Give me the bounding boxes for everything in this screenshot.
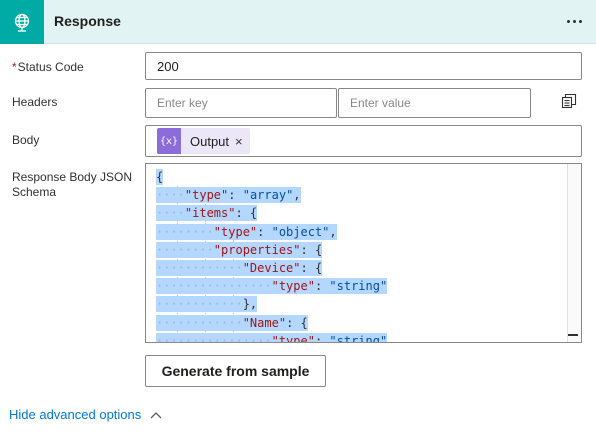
- code-line: ············"Device": {: [156, 259, 567, 277]
- selected-code: ····"type": "array",: [156, 187, 301, 204]
- required-marker: *: [12, 60, 17, 74]
- output-token[interactable]: {x} Output ×: [157, 128, 250, 154]
- header-key-placeholder: Enter key: [157, 96, 208, 110]
- schema-code: {····"type": "array", ····"items": {·····…: [156, 168, 567, 342]
- body-label: Body: [12, 133, 40, 147]
- close-icon[interactable]: ×: [235, 134, 250, 149]
- schema-label: Response Body JSON Schema: [12, 170, 133, 199]
- headers-label: Headers: [12, 95, 58, 109]
- token-label: Output: [190, 133, 230, 149]
- expression-icon: {x}: [157, 128, 181, 154]
- status-code-value: 200: [157, 59, 179, 74]
- selected-code: ················"type": "string": [156, 278, 388, 295]
- code-line: ····"type": "array",: [156, 186, 567, 204]
- header-value-input[interactable]: Enter value: [338, 88, 531, 118]
- selected-code: ············"Name": {: [156, 314, 308, 331]
- globe-icon: [0, 0, 44, 44]
- selected-code: ····"items": {: [156, 205, 258, 222]
- code-line: ········"properties": {: [156, 241, 567, 259]
- status-code-label: *Status Code: [12, 60, 84, 74]
- copy-icon[interactable]: [560, 92, 578, 110]
- code-line: ············"Name": {: [156, 314, 567, 332]
- chevron-up-icon: [150, 407, 162, 422]
- header-value-placeholder: Enter value: [350, 96, 411, 110]
- selected-code: ········"properties": {: [156, 241, 323, 258]
- code-line: ····"items": {: [156, 204, 567, 222]
- card-header[interactable]: Response: [0, 0, 596, 44]
- advanced-label: Hide advanced options: [9, 407, 142, 422]
- selected-code: ············},: [156, 296, 258, 313]
- code-line: {: [156, 168, 567, 186]
- more-dots-icon[interactable]: [560, 10, 588, 32]
- editor-cursor: [568, 334, 578, 336]
- selected-code: {: [156, 169, 164, 185]
- generate-from-sample-button[interactable]: Generate from sample: [145, 355, 326, 387]
- code-line: ················"type": "string": [156, 277, 567, 295]
- code-line: ············},: [156, 295, 567, 313]
- selected-code: ············"Device": {: [156, 259, 323, 276]
- selected-code: ········"type": "object",: [156, 223, 337, 240]
- hide-advanced-options-link[interactable]: Hide advanced options: [9, 407, 162, 422]
- code-line: ················"type": "string": [156, 332, 567, 342]
- code-line: ········"type": "object",: [156, 223, 567, 241]
- selected-code: ················"type": "string": [156, 332, 388, 342]
- status-code-input[interactable]: 200: [145, 52, 582, 80]
- editor-scrollbar[interactable]: [567, 164, 581, 342]
- header-key-input[interactable]: Enter key: [145, 88, 337, 118]
- schema-editor[interactable]: {····"type": "array", ····"items": {·····…: [145, 163, 582, 343]
- card-title: Response: [54, 13, 121, 29]
